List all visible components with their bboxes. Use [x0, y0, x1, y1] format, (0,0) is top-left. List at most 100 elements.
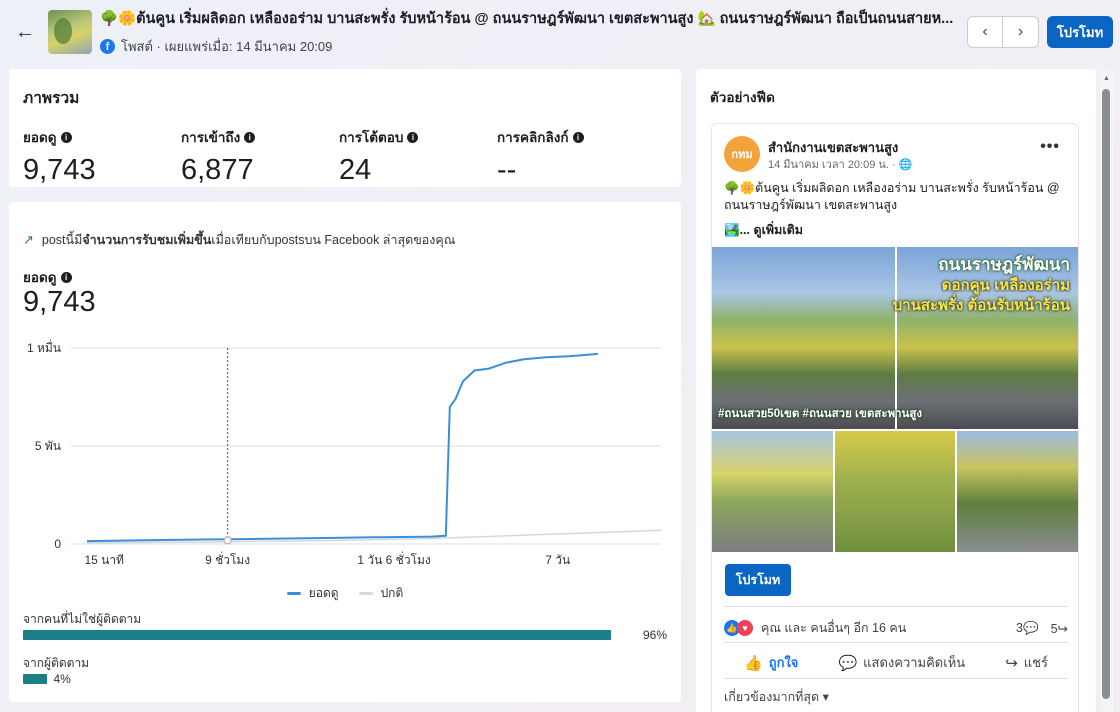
post-promote-button[interactable]: โปรโมท [725, 564, 791, 596]
share-label: แชร์ [1023, 655, 1048, 670]
like-label: ถูกใจ [768, 655, 799, 670]
comment-button[interactable]: 💬 แสดงความคิดเห็น [838, 652, 965, 673]
info-icon[interactable]: i [60, 131, 72, 143]
divider [724, 642, 1068, 643]
facebook-post-preview: กทม สำนักงานเขตสะพานสูง 14 มีนาคม เวลา 2… [711, 123, 1079, 712]
scrollbar-thumb[interactable] [1102, 89, 1110, 699]
like-button[interactable]: 👍 ถูกใจ [744, 652, 798, 673]
post-time: 14 มีนาคม เวลา 20:09 น. · 🌐 [768, 155, 912, 173]
share-icon: ↪ [1005, 654, 1018, 672]
metric-value: 9,743 [23, 154, 96, 186]
x-tick-label: 15 นาที [84, 553, 124, 567]
source-bar-fill [23, 674, 48, 684]
facebook-icon: f [100, 39, 115, 54]
x-tick-label: 9 ชั่วโมง [205, 551, 250, 567]
views-label: ยอดดู [23, 270, 57, 285]
post-published-text: โพสต์ · เผยแพร่เมื่อ: 14 มีนาคม 20:09 [121, 39, 333, 54]
chevron-left-icon: ‹ [982, 23, 988, 40]
views-value: 9,743 [23, 286, 96, 318]
scroll-up-icon[interactable]: ▲ [1103, 75, 1110, 82]
engagement-counts: 3💬 5↪ [1004, 621, 1068, 636]
post-image-4[interactable] [957, 431, 1078, 552]
post-image-2[interactable] [712, 431, 833, 552]
legend-item-normal[interactable]: ปกติ [358, 584, 404, 603]
chevron-right-icon: › [1017, 23, 1024, 40]
next-post-button[interactable]: › [1003, 16, 1039, 48]
metric-reach: การเข้าถึง i 6,877 [181, 126, 339, 187]
source-bar-non-followers [23, 630, 611, 640]
image-overlay-tags: #ถนนสวย50เขต #ถนนสวย เขตสะพานสูง [718, 408, 923, 420]
source-pct-non-followers: 96% [643, 628, 668, 642]
source-bar-followers [23, 674, 48, 684]
post-text: 🌳🌼ต้นคูน เริ่มผลิดอก เหลืองอร่าม บานสะพร… [724, 181, 1060, 212]
image-overlay-subtitle-2: บานสะพรั่ง ต้อนรับหน้าร้อน [892, 297, 1070, 314]
reactions-text[interactable]: คุณ และ คนอื่นๆ อีก 16 คน [761, 618, 906, 638]
overview-metrics: ยอดดู i 9,743 การเข้าถึง i 6,877 การโต้ตอบ… [23, 126, 667, 187]
y-tick-label: 1 หมื่น [27, 339, 61, 355]
metric-label: ยอดดู [23, 130, 57, 145]
post-image-grid: ถนนราษฎร์พัฒนา ดอกคูน เหลืองอร่าม บานสะพ… [712, 247, 1078, 552]
views-chart-card: ↗ postนี้มี จำนวนการรับชมเพิ่มขึ้น เมื่อ… [9, 202, 681, 702]
trending-up-icon: ↗ [23, 232, 34, 247]
post-time-text: 14 มีนาคม เวลา 20:09 น. · [768, 159, 899, 171]
info-icon[interactable]: i [407, 131, 419, 143]
trend-highlight: จำนวนการรับชมเพิ่มขึ้น [82, 233, 212, 247]
post-info: 🌳🌼ต้นคูน เริ่มผลิดอก เหลืองอร่าม บานสะพร… [100, 7, 960, 57]
info-icon[interactable]: i [60, 271, 72, 283]
metric-label: การโต้ตอบ [339, 130, 404, 145]
more-dots-icon[interactable]: ••• [1040, 138, 1060, 156]
chart-legend: ยอดดู ปกติ [9, 584, 681, 603]
back-button[interactable]: ← [10, 17, 40, 47]
overview-title: ภาพรวม [23, 90, 80, 107]
metric-views: ยอดดู i 9,743 [23, 126, 181, 187]
legend-item-views[interactable]: ยอดดู [286, 584, 339, 603]
comment-icon: 💬 [838, 654, 858, 672]
series-line [86, 352, 598, 543]
info-icon[interactable]: i [244, 131, 256, 143]
love-reaction-icon: ♥ [737, 620, 753, 636]
post-header: ← 🌳🌼ต้นคูน เริ่มผลิดอก เหลืองอร่าม บานสะ… [0, 0, 1120, 64]
metric-value: 6,877 [181, 154, 254, 186]
source-bar-fill [23, 630, 611, 640]
info-icon[interactable]: i [572, 131, 584, 143]
post-navigation: ‹ › [967, 16, 1039, 48]
x-tick-label: 1 วัน 6 ชั่วโมง [357, 551, 430, 567]
comment-sort-dropdown[interactable]: เกี่ยวข้องมากที่สุด ▾ [724, 687, 829, 707]
comment-label: แสดงความคิดเห็น [863, 655, 966, 670]
thumbs-up-icon: 👍 [744, 654, 763, 672]
globe-icon: 🌐 [898, 159, 913, 171]
promote-button[interactable]: โปรโมท [1047, 16, 1113, 48]
legend-label: ปกติ [380, 586, 404, 600]
y-tick-label: 0 [54, 537, 61, 551]
legend-swatch [358, 592, 373, 595]
y-tick-label: 5 พัน [35, 439, 61, 453]
overview-card: ภาพรวม ยอดดู i 9,743 การเข้าถึง i 6,877 กา… [9, 69, 681, 187]
shares-count[interactable]: 5↪ [1051, 621, 1068, 636]
trend-summary: ↗ postนี้มี จำนวนการรับชมเพิ่มขึ้น เมื่อ… [23, 230, 455, 250]
post-actions: 👍 ถูกใจ 💬 แสดงความคิดเห็น ↪ แชร์ [724, 652, 1068, 673]
page-avatar[interactable]: กทม [724, 136, 760, 172]
metric-link-clicks: การคลิกลิงก์ i -- [497, 126, 655, 187]
post-image-3[interactable] [835, 431, 955, 552]
metric-label: การคลิกลิงก์ [497, 130, 569, 145]
legend-swatch [286, 592, 301, 595]
trend-prefix: postนี้มี [41, 233, 83, 247]
metric-label: การเข้าถึง [181, 130, 241, 145]
post-image-main[interactable]: ถนนราษฎร์พัฒนา ดอกคูน เหลืองอร่าม บานสะพ… [712, 247, 1078, 429]
comments-count[interactable]: 3💬 [1016, 621, 1039, 636]
reactions-bar: 👍 ♥ คุณ และ คนอื่นๆ อีก 16 คน 3💬 5↪ [724, 618, 1068, 638]
feed-preview-card: ตัวอย่างฟีด กทม สำนักงานเขตสะพานสูง 14 ม… [696, 69, 1096, 712]
x-tick-label: 7 วัน [545, 553, 570, 567]
previous-post-button[interactable]: ‹ [967, 16, 1003, 48]
source-label-followers: จากผู้ติดตาม [23, 656, 90, 670]
see-more-link[interactable]: 🏞️... ดูเพิ่มเติม [724, 220, 803, 240]
arrow-left-icon: ← [15, 20, 35, 43]
divider [724, 606, 1068, 607]
source-pct-followers: 4% [53, 672, 71, 686]
post-meta: f โพสต์ · เผยแพร่เมื่อ: 14 มีนาคม 20:09 [100, 36, 960, 57]
views-line-chart[interactable]: 0 5 พัน 1 หมื่น 15 นาที 9 ชั่วโมง 1 วัน 6 ชั่… [9, 332, 681, 572]
metric-value: 24 [339, 154, 372, 186]
trend-suffix: เมื่อเทียบกับpostsบน Facebook ล่าสุดของค… [211, 233, 456, 247]
share-button[interactable]: ↪ แชร์ [1005, 652, 1048, 673]
feed-scrollbar[interactable]: ▲ [1100, 69, 1114, 712]
